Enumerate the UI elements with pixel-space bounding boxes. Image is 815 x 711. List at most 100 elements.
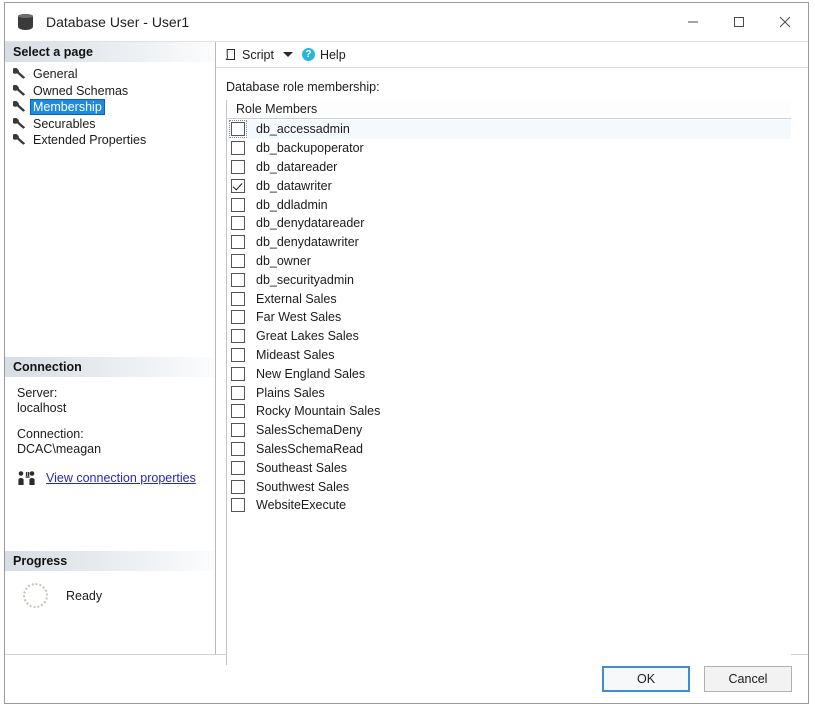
connection-value: DCAC\meagan [17,442,102,456]
role-members-listbox[interactable]: Role Members db_accessadmin db_backupoper… [226,100,791,665]
role-member-label: db_securityadmin [256,272,354,287]
role-member-row[interactable]: db_owner [227,252,791,271]
role-member-checkbox[interactable] [231,329,245,344]
role-member-row[interactable]: SalesSchemaDeny [227,421,791,440]
role-member-row[interactable]: WebsiteExecute [227,496,791,515]
role-member-checkbox[interactable] [231,141,245,156]
role-member-checkbox[interactable] [231,216,245,231]
role-member-row[interactable]: Southwest Sales [227,477,791,496]
role-member-checkbox[interactable] [231,291,245,306]
role-member-label: SalesSchemaRead [256,441,364,456]
role-member-checkbox[interactable] [231,347,245,362]
sidebar-item-label: Securables [33,116,96,131]
database-user-dialog: Database User - User1 Select a page Gene… [4,2,809,704]
role-member-checkbox[interactable] [231,159,245,174]
role-member-label: New England Sales [256,366,366,381]
role-member-row[interactable]: db_backupoperator [227,139,791,158]
role-member-row[interactable]: Mideast Sales [227,346,791,365]
help-label: Help [319,47,346,62]
role-member-label: db_ddladmin [256,197,328,212]
chevron-down-icon[interactable] [282,52,293,57]
role-member-row[interactable]: db_securityadmin [227,270,791,289]
role-member-checkbox[interactable] [231,366,245,381]
role-member-row[interactable]: Southeast Sales [227,458,791,477]
view-connection-properties-row[interactable]: View connection properties [17,468,215,486]
cancel-button[interactable]: Cancel [704,666,792,692]
sidebar-item-label: General [33,67,78,82]
wrench-icon [12,68,27,80]
role-member-label: db_datawriter [256,178,332,193]
role-member-row[interactable]: db_accessadmin [227,120,791,139]
sidebar-item-general[interactable]: General [5,66,215,83]
role-member-label: Plains Sales [256,385,325,400]
page-toolbar: Script ? Help [216,42,808,68]
role-member-checkbox[interactable] [231,441,245,456]
connection-label: Connection: [17,427,84,441]
role-member-row[interactable]: Great Lakes Sales [227,327,791,346]
help-icon: ? [301,48,315,61]
maximize-icon[interactable] [716,3,762,40]
ok-button[interactable]: OK [602,666,690,692]
connection-header: Connection [5,357,215,377]
role-member-checkbox[interactable] [231,272,245,287]
role-member-row[interactable]: db_denydatawriter [227,233,791,252]
role-member-row[interactable]: External Sales [227,289,791,308]
role-member-checkbox[interactable] [231,423,245,438]
sidebar-item-securables[interactable]: Securables [5,116,215,133]
sidebar-item-label: Extended Properties [33,133,147,148]
script-button[interactable]: Script [224,48,274,62]
sidebar-item-label: Membership [30,99,105,116]
role-member-label: db_backupoperator [256,141,364,156]
role-member-row[interactable]: Far West Sales [227,308,791,327]
role-member-label: Rocky Mountain Sales [256,404,381,419]
sidebar-item-extended-properties[interactable]: Extended Properties [5,132,215,149]
database-role-membership-label: Database role membership: [226,80,380,94]
role-member-row[interactable]: db_datawriter [227,176,791,195]
role-member-row[interactable]: SalesSchemaRead [227,440,791,459]
close-icon[interactable] [762,3,808,40]
role-member-label: db_datareader [256,159,338,174]
role-member-row[interactable]: Rocky Mountain Sales [227,402,791,421]
role-members-rows: db_accessadmin db_backupoperator db_datare… [227,119,791,515]
role-member-checkbox[interactable] [231,498,245,513]
role-member-row[interactable]: db_ddladmin [227,195,791,214]
role-member-row[interactable]: Plains Sales [227,383,791,402]
role-member-checkbox[interactable] [231,310,245,325]
sidebar: Select a page General Owned Schemas Member… [5,42,216,654]
progress-status-row: Ready [5,571,215,608]
role-member-checkbox[interactable] [231,479,245,494]
role-member-checkbox[interactable] [231,404,245,419]
help-button[interactable]: ? Help [301,47,346,62]
role-member-label: db_owner [256,253,311,268]
view-connection-properties-link[interactable]: View connection properties [46,471,196,486]
role-member-checkbox[interactable] [231,253,245,268]
role-member-checkbox[interactable] [231,197,245,212]
role-member-checkbox[interactable] [231,385,245,400]
role-member-checkbox[interactable] [231,460,245,475]
role-member-checkbox[interactable] [229,120,247,139]
sidebar-item-owned-schemas[interactable]: Owned Schemas [5,83,215,100]
role-member-checkbox[interactable] [231,178,245,193]
role-member-label: Mideast Sales [256,347,335,362]
progress-status-text: Ready [66,588,103,603]
role-member-label: SalesSchemaDeny [256,423,363,438]
role-member-label: db_accessadmin [256,122,350,137]
sidebar-header: Select a page [5,42,215,62]
title-bar: Database User - User1 [5,3,808,42]
sidebar-nav-list: General Owned Schemas Membership Securables… [5,62,215,149]
role-member-label: Southeast Sales [256,460,348,475]
connection-properties-icon [17,470,39,486]
database-icon [17,13,35,31]
role-member-label: Great Lakes Sales [256,329,359,344]
role-member-row[interactable]: New England Sales [227,364,791,383]
progress-section: Progress Ready [5,551,215,608]
role-member-row[interactable]: db_denydatareader [227,214,791,233]
sidebar-item-label: Owned Schemas [33,83,129,98]
role-member-checkbox[interactable] [231,235,245,250]
window-title: Database User - User1 [46,14,190,30]
sidebar-item-membership[interactable]: Membership [5,99,215,116]
wrench-icon [12,134,27,146]
role-member-row[interactable]: db_datareader [227,158,791,177]
minimize-icon[interactable] [670,3,716,40]
connection-section: Connection Server: localhost Connection:… [5,357,215,486]
